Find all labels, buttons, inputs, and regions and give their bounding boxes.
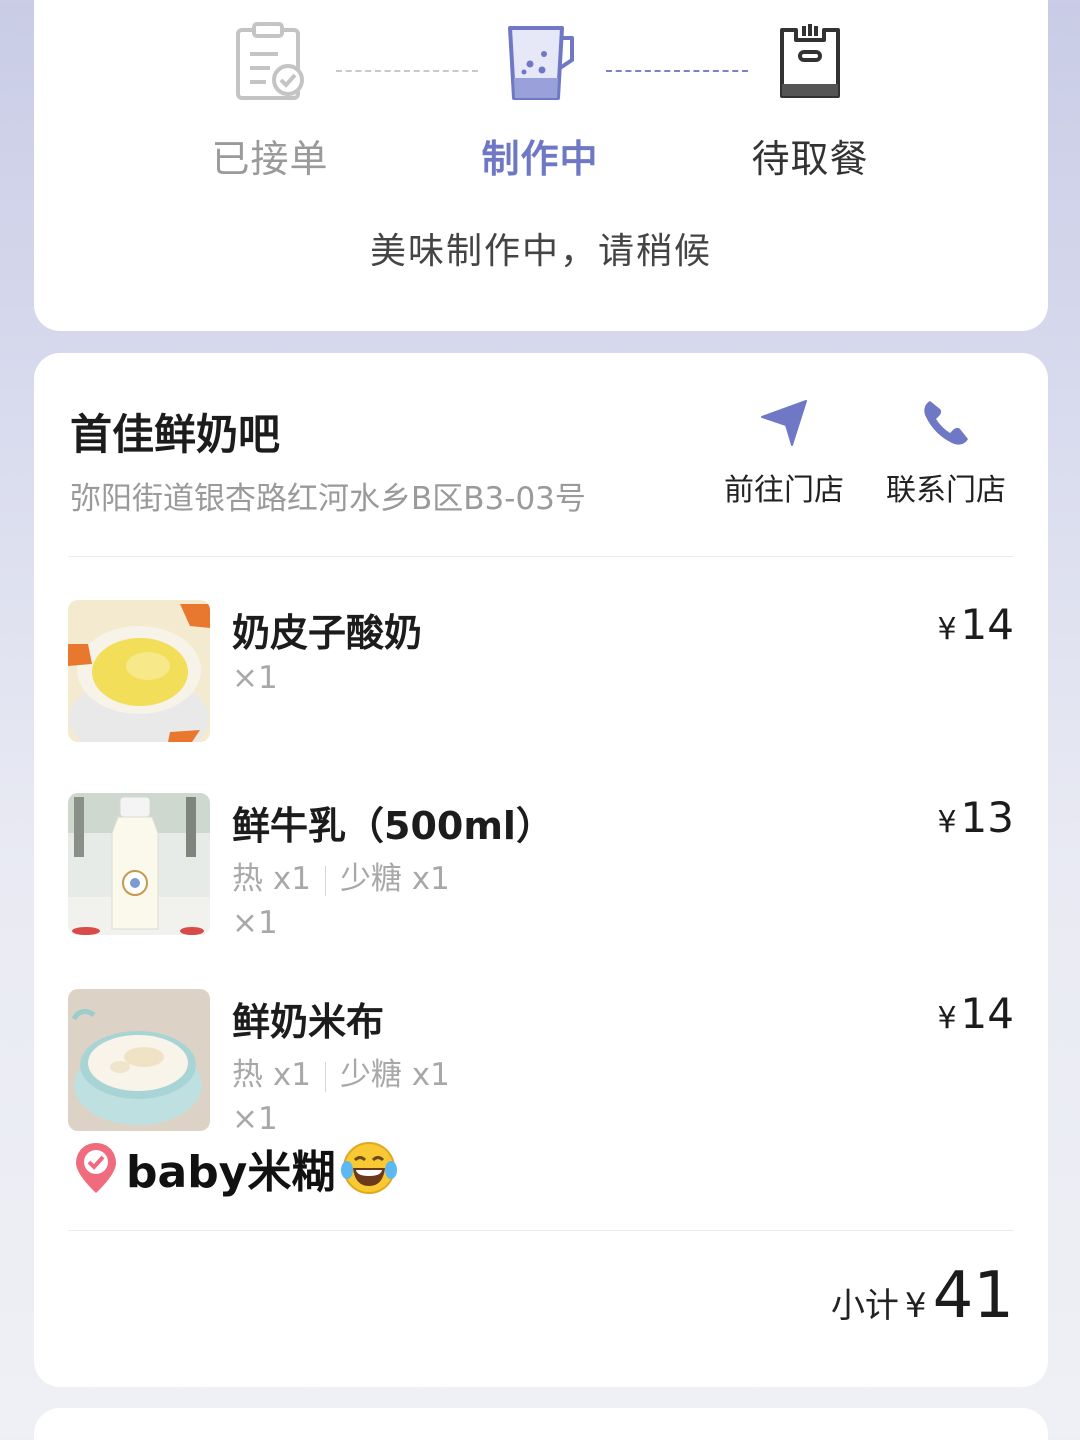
item-name: 鲜牛乳（500ml）	[232, 804, 554, 848]
store-address: 弥阳街道银杏路红河水乡B区B3-03号	[70, 481, 586, 517]
subtotal-label: 小计	[830, 1286, 899, 1326]
phone-icon	[924, 401, 968, 445]
item-price: ¥13	[937, 793, 1014, 842]
step-accepted: 已接单	[170, 20, 370, 183]
product-thumbnail	[68, 600, 210, 742]
navigation-arrow-icon	[761, 400, 807, 446]
step-ready-for-pickup: 待取餐	[710, 20, 910, 183]
pickup-bag-icon	[780, 24, 840, 98]
step-in-progress: 制作中	[440, 20, 640, 183]
blender-cup-icon	[508, 26, 574, 100]
currency-symbol: ¥	[937, 612, 957, 647]
action-label: 前往门店	[724, 473, 844, 508]
item-price-value: 13	[960, 793, 1014, 842]
overlay-caption-text: baby米糊	[126, 1147, 336, 1198]
item-option: 少糖 x1	[339, 861, 450, 897]
action-label: 联系门店	[886, 473, 1006, 508]
clipboard-check-icon	[236, 22, 304, 100]
location-pin-icon	[76, 1143, 116, 1193]
item-options: 热 x1 少糖 x1	[232, 1049, 450, 1094]
product-thumbnail	[68, 989, 210, 1131]
laughing-tears-emoji	[341, 1142, 398, 1194]
store-name: 首佳鲜奶吧	[70, 410, 281, 459]
item-option: 热 x1	[232, 861, 311, 897]
status-message: 美味制作中，请稍候	[369, 231, 712, 272]
store-order-card: 首佳鲜奶吧 弥阳街道银杏路红河水乡B区B3-03号 前往门店 联系门店 奶皮子酸…	[34, 353, 1048, 1387]
item-option: 少糖 x1	[339, 1057, 450, 1093]
divider	[68, 556, 1014, 557]
item-price: ¥14	[937, 989, 1014, 1038]
step-label: 已接单	[211, 137, 329, 181]
item-price-value: 14	[960, 989, 1014, 1038]
product-thumbnail	[68, 793, 210, 935]
item-quantity: ×1	[232, 1101, 278, 1137]
navigate-to-store-button[interactable]: 前往门店	[714, 395, 854, 509]
option-separator	[324, 1061, 326, 1092]
divider	[68, 1230, 1014, 1231]
item-quantity: ×1	[232, 905, 278, 941]
currency-symbol: ¥	[937, 1001, 957, 1036]
overlay-caption: baby米糊	[74, 1138, 399, 1198]
item-option: 热 x1	[232, 1057, 311, 1093]
currency-symbol: ¥	[904, 1286, 927, 1326]
option-separator	[324, 865, 326, 896]
item-name: 鲜奶米布	[232, 1000, 385, 1044]
subtotal-amount: 41	[932, 1259, 1014, 1333]
next-section-card	[34, 1408, 1048, 1440]
item-quantity: ×1	[232, 660, 278, 696]
item-name: 奶皮子酸奶	[232, 611, 423, 655]
currency-symbol: ¥	[937, 805, 957, 840]
item-options: 热 x1 少糖 x1	[232, 853, 450, 898]
step-label: 制作中	[481, 137, 599, 181]
subtotal: 小计 ¥ 41	[831, 1259, 1014, 1333]
contact-store-button[interactable]: 联系门店	[876, 395, 1016, 509]
order-status-card: 已接单 制作中 待取餐 美味制作中，请稍候	[34, 0, 1048, 331]
item-price-value: 14	[960, 600, 1014, 649]
step-label: 待取餐	[751, 137, 869, 181]
item-price: ¥14	[937, 600, 1014, 649]
